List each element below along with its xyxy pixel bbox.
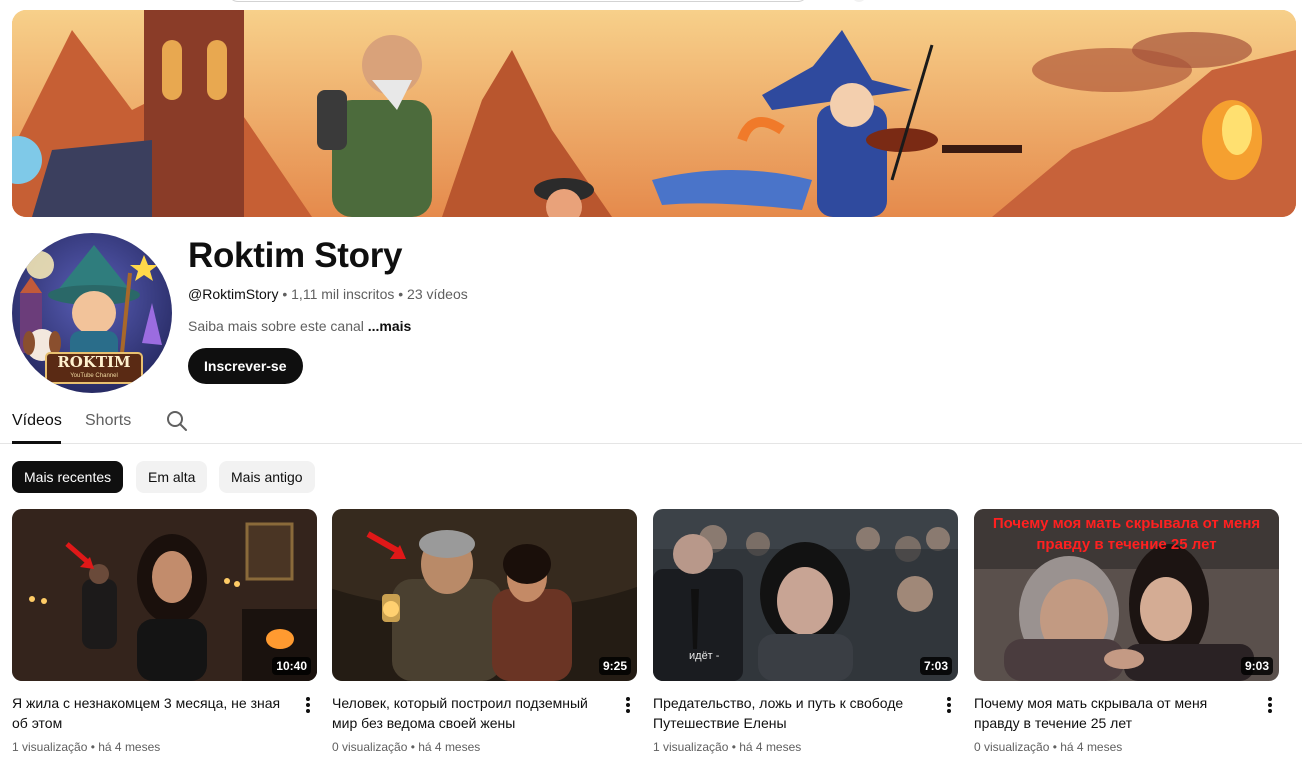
video-stats: 0 visualização • há 4 meses [332,740,480,754]
active-tab-indicator [12,441,61,444]
video-card[interactable]: 9:25 Человек, который построил подземный… [332,509,637,761]
video-title[interactable]: Человек, который построил подземный мир … [332,693,614,733]
stats-separator: • [728,740,740,754]
video-stats: 1 visualização • há 4 meses [12,740,160,754]
video-duration: 7:03 [919,657,952,675]
search-icon[interactable] [165,409,189,433]
upload-age: há 4 meses [1060,740,1123,754]
video-card[interactable]: Почему моя мать скрывала от меня правду … [974,509,1279,761]
video-count: 23 vídeos [407,286,468,302]
about-link[interactable]: Saiba mais sobre este canal ...mais [188,318,411,334]
more-actions-icon[interactable] [620,695,636,715]
channel-avatar[interactable]: ROKTIM YouTube Channel [12,233,172,393]
video-thumbnail[interactable]: Почему моя мать скрывала от меня правду … [974,509,1279,681]
meta-separator: • [278,286,292,302]
more-actions-icon[interactable] [300,695,316,715]
subscribe-button[interactable]: Inscrever-se [188,348,303,384]
tab-shorts[interactable]: Shorts [85,412,131,430]
channel-handle: @RoktimStory [188,286,279,302]
search-button[interactable] [852,0,866,2]
more-link[interactable]: ...mais [368,318,412,334]
upload-age: há 4 meses [418,740,481,754]
tab-videos[interactable]: Vídeos [12,412,62,430]
video-thumbnail[interactable]: 9:25 [332,509,637,681]
stats-separator: • [87,740,99,754]
video-card[interactable]: 10:40 Я жила с незнакомцем 3 месяца, не … [12,509,317,761]
view-count: 1 visualização [653,740,729,754]
about-text: Saiba mais sobre este canal [188,318,364,334]
meta-separator: • [394,286,408,302]
thumbnail-caption: Почему моя мать скрывала от меня правду … [992,515,1261,553]
chip-latest[interactable]: Mais recentes [12,461,124,493]
chip-oldest[interactable]: Mais antigo [219,461,315,493]
video-duration: 9:25 [598,657,631,675]
thumbnail-caption: идёт - [689,650,720,662]
stats-separator: • [407,740,419,754]
video-title[interactable]: Я жила с незнакомцем 3 месяца, не зная о… [12,693,294,733]
upload-age: há 4 meses [739,740,802,754]
video-stats: 1 visualização • há 4 meses [653,740,801,754]
video-title[interactable]: Почему моя мать скрывала от меня правду … [974,693,1256,733]
thumbnail-image [12,509,317,681]
video-thumbnail[interactable]: идёт - 7:03 [653,509,958,681]
channel-name: Roktim Story [188,236,403,275]
top-bar [0,0,1302,8]
thumbnail-image [332,509,637,681]
subscriber-count: 1,11 mil inscritos [291,286,395,302]
more-actions-icon[interactable] [1262,695,1278,715]
banner-artwork [12,10,1296,217]
avatar-logo-text: ROKTIM [57,353,131,371]
video-duration: 9:03 [1240,657,1273,675]
video-duration: 10:40 [272,657,311,675]
view-count: 1 visualização [12,740,88,754]
search-box[interactable] [228,0,808,2]
channel-banner [12,10,1296,217]
video-card[interactable]: идёт - 7:03 Предательство, ложь и путь к… [653,509,958,761]
chip-popular[interactable]: Em alta [136,461,208,493]
upload-age: há 4 meses [98,740,161,754]
video-stats: 0 visualização • há 4 meses [974,740,1122,754]
view-count: 0 visualização [974,740,1050,754]
more-actions-icon[interactable] [941,695,957,715]
avatar-logo-subtext: YouTube Channel [70,373,118,379]
stats-separator: • [1049,740,1061,754]
channel-meta: @RoktimStory • 1,11 mil inscritos • 23 v… [188,286,468,302]
view-count: 0 visualização [332,740,408,754]
video-thumbnail[interactable]: 10:40 [12,509,317,681]
channel-tabs: Vídeos Shorts [0,398,1302,444]
video-title[interactable]: Предательство, ложь и путь к свободе Пут… [653,693,935,733]
